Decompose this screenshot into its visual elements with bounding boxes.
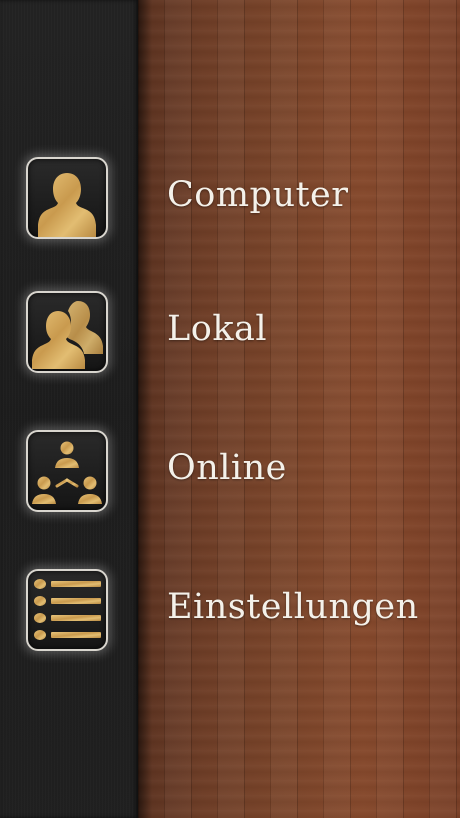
wood-background <box>138 0 460 818</box>
sidebar <box>0 0 138 818</box>
menu-item-online[interactable]: Online <box>0 430 460 520</box>
einstellungen-icon-button[interactable] <box>26 569 108 651</box>
menu-item-lokal[interactable]: Lokal <box>0 291 460 381</box>
online-icon-button[interactable] <box>26 430 108 512</box>
computer-icon-button[interactable] <box>26 157 108 239</box>
menu-label-computer: Computer <box>167 175 349 215</box>
two-persons-icon <box>32 301 103 369</box>
network-persons-icon <box>32 441 102 504</box>
menu-item-einstellungen[interactable]: Einstellungen <box>0 569 460 659</box>
single-person-icon <box>38 173 96 237</box>
menu-label-einstellungen: Einstellungen <box>167 587 419 627</box>
list-icon <box>34 579 101 640</box>
menu-label-online: Online <box>167 448 287 488</box>
menu-label-lokal: Lokal <box>167 309 268 349</box>
lokal-icon-button[interactable] <box>26 291 108 373</box>
menu-item-computer[interactable]: Computer <box>0 157 460 247</box>
